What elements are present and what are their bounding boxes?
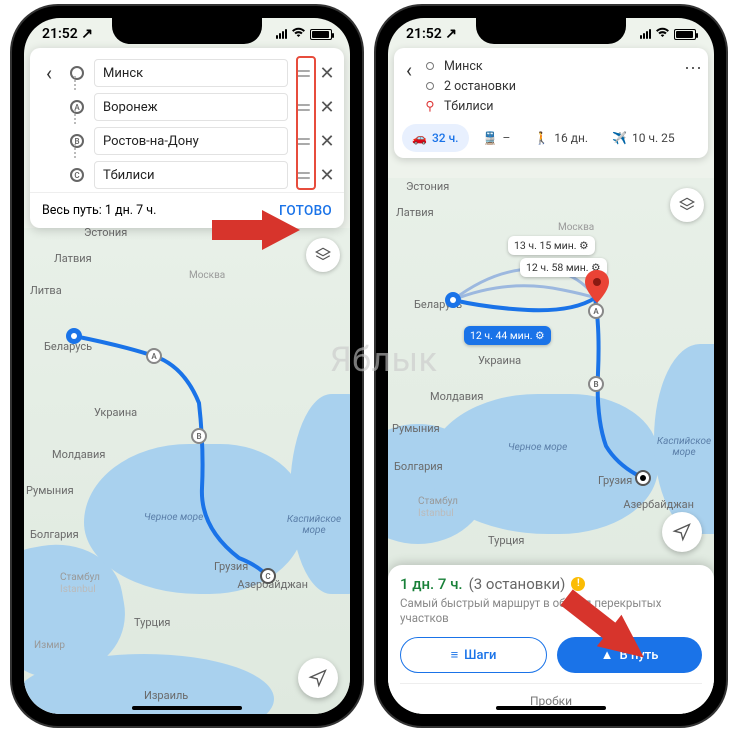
more-button[interactable]: ⋯ (684, 56, 702, 79)
walk-icon: 🚶 (534, 131, 549, 145)
route-line (74, 336, 267, 576)
stop-input-0[interactable] (94, 59, 288, 87)
waypoint-b: B (588, 376, 604, 392)
battery-icon (310, 29, 332, 40)
destination-marker-icon (584, 270, 610, 304)
list-icon: ≡ (451, 647, 459, 663)
route-main (453, 298, 643, 478)
route-alt-2 (453, 286, 596, 300)
status-time: 21:52 (42, 26, 78, 42)
phone-left: 21:52 ↗ ‹ ✕ A (12, 6, 362, 726)
summary-to: ⚲Тбилиси (424, 96, 678, 116)
waypoint-a: A (146, 348, 162, 364)
wifi-icon (655, 26, 670, 42)
location-arrow-icon: ↗ (445, 26, 457, 42)
summary-from: Минск (424, 56, 678, 76)
summary-mid: 2 остановки (424, 76, 678, 96)
drag-handle-icon[interactable] (296, 100, 310, 114)
back-button[interactable]: ‹ (400, 56, 418, 82)
cellular-icon (276, 29, 287, 39)
bottom-sheet[interactable]: 1 дн. 7 ч. (3 остановки) ! Самый быстрый… (388, 565, 714, 714)
stop-a-icon: A (70, 100, 84, 114)
my-location-button[interactable] (298, 658, 338, 698)
waypoint-end (635, 470, 651, 486)
my-location-button[interactable] (662, 512, 702, 552)
drag-handle-icon[interactable] (296, 168, 310, 182)
steps-button[interactable]: ≡Шаги (400, 637, 547, 673)
back-button[interactable]: ‹ (38, 61, 60, 85)
sheet-title: 1 дн. 7 ч. (3 остановки) ! (400, 575, 702, 593)
remove-stop-button[interactable]: ✕ (318, 165, 336, 186)
screen-right: 21:52 ↗ ‹ Минск 2 остановки ⚲Тбилиси ⋯ 🚗… (388, 18, 714, 714)
stops-icon (426, 82, 434, 90)
notch (476, 18, 626, 44)
route-time-alt1[interactable]: 13 ч. 15 мин. ⚙ (508, 236, 595, 255)
waypoint-b: B (191, 428, 207, 444)
total-distance-label: Весь путь: 1 дн. 7 ч. (42, 203, 156, 218)
mode-fly-tab[interactable]: ✈️10 ч. 25 (602, 124, 685, 152)
waypoint-start (445, 292, 461, 308)
waypoint-start (66, 328, 82, 344)
stop-input-2[interactable] (94, 127, 288, 155)
remove-stop-button[interactable]: ✕ (318, 63, 336, 84)
plane-icon: ✈️ (612, 131, 627, 145)
map-right[interactable]: A B 13 ч. 15 мин. ⚙ 12 ч. 58 мин. ⚙ 12 ч… (388, 178, 714, 714)
stop-c-icon: C (70, 168, 84, 182)
origin-icon (426, 62, 434, 70)
cellular-icon (640, 29, 651, 39)
route-stops-count: (3 остановки) (469, 575, 566, 593)
route-summary-list[interactable]: Минск 2 остановки ⚲Тбилиси (424, 56, 678, 116)
layers-button[interactable] (306, 238, 340, 272)
annotation-arrow (556, 588, 656, 668)
home-indicator (496, 706, 606, 710)
route-edit-card: ‹ ✕ A ✕ B ✕ (30, 48, 344, 228)
mode-car-tab[interactable]: 🚗32 ч. (402, 124, 469, 152)
drag-handle-icon[interactable] (296, 134, 310, 148)
home-indicator (132, 706, 242, 710)
status-time: 21:52 (406, 26, 442, 42)
location-arrow-icon: ↗ (81, 26, 93, 42)
phone-right: 21:52 ↗ ‹ Минск 2 остановки ⚲Тбилиси ⋯ 🚗… (376, 6, 726, 726)
notch (112, 18, 262, 44)
route-time-main[interactable]: 12 ч. 44 мин. ⚙ (464, 326, 551, 345)
route-subtitle: Самый быстрый маршрут в объезд перекрыты… (400, 596, 702, 627)
battery-icon (674, 29, 696, 40)
drag-handle-icon[interactable] (296, 66, 310, 80)
layers-button[interactable] (670, 188, 704, 222)
screen-left: 21:52 ↗ ‹ ✕ A (24, 18, 350, 714)
route-summary-card: ‹ Минск 2 остановки ⚲Тбилиси ⋯ 🚗32 ч. 🚆–… (394, 48, 708, 158)
waypoint-a: A (588, 303, 604, 319)
route-duration: 1 дн. 7 ч. (400, 575, 463, 593)
travel-mode-tabs: 🚗32 ч. 🚆– 🚶16 дн. ✈️10 ч. 25 (400, 120, 702, 158)
stop-b-icon: B (70, 134, 84, 148)
origin-icon (70, 66, 84, 80)
destination-pin-icon: ⚲ (424, 98, 436, 114)
mode-transit-tab[interactable]: 🚆– (473, 124, 521, 152)
remove-stop-button[interactable]: ✕ (318, 97, 336, 118)
car-icon: 🚗 (412, 131, 427, 145)
mode-walk-tab[interactable]: 🚶16 дн. (524, 124, 598, 152)
remove-stop-button[interactable]: ✕ (318, 131, 336, 152)
traffic-label: Пробки (400, 683, 702, 708)
map-left[interactable]: A B C Эстония Латвия Литва Беларусь Моск… (24, 228, 350, 714)
wifi-icon (291, 26, 306, 42)
transit-icon: 🚆 (483, 131, 498, 145)
stop-input-3[interactable] (94, 161, 288, 189)
waypoint-c: C (260, 568, 276, 584)
annotation-arrow (212, 208, 302, 252)
stop-input-1[interactable] (94, 93, 288, 121)
